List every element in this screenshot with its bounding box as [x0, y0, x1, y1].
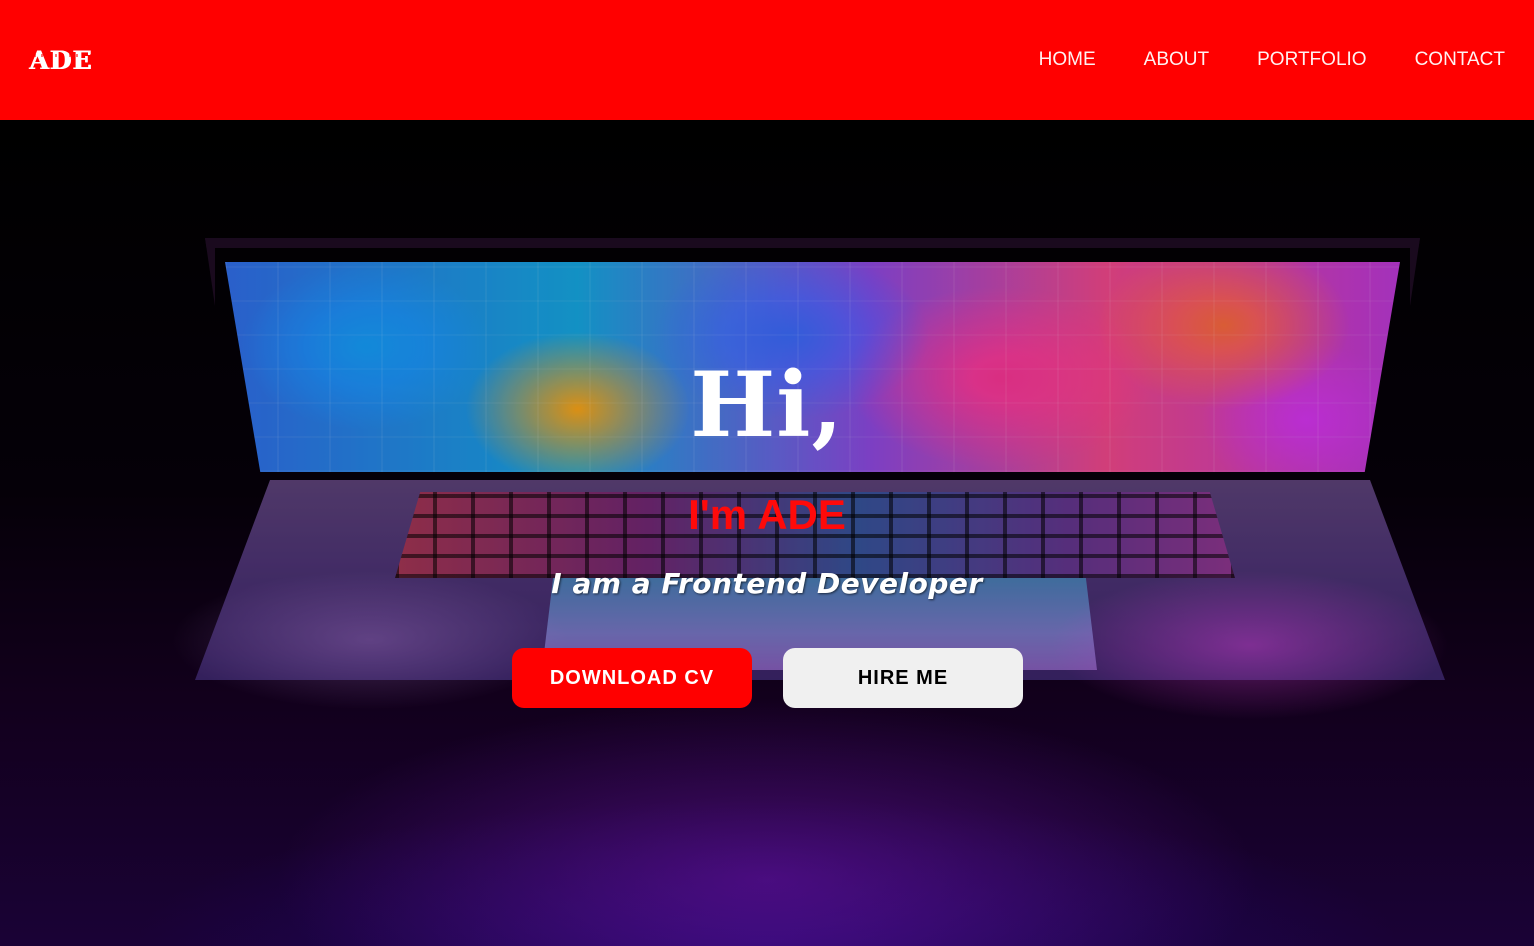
nav-link-about[interactable]: ABOUT: [1144, 49, 1209, 71]
download-cv-button[interactable]: DOWNLOAD CV: [512, 648, 752, 708]
hero-actions: DOWNLOAD CV HIRE ME: [512, 648, 1023, 708]
hire-me-button[interactable]: HIRE ME: [783, 648, 1023, 708]
main-nav: HOME ABOUT PORTFOLIO CONTACT: [991, 49, 1505, 71]
nav-link-portfolio[interactable]: PORTFOLIO: [1257, 49, 1366, 71]
hero-role: I am a Frontend Developer: [551, 567, 983, 600]
top-navigation-bar: ADE HOME ABOUT PORTFOLIO CONTACT: [0, 0, 1534, 120]
nav-link-home[interactable]: HOME: [1039, 49, 1096, 71]
site-logo[interactable]: ADE: [29, 48, 93, 73]
hero-name: I'm ADE: [688, 491, 846, 538]
nav-link-contact[interactable]: CONTACT: [1415, 49, 1505, 71]
hero-greeting: Hi,: [690, 352, 844, 458]
hero-content: Hi, I'm ADE I am a Frontend Developer DO…: [0, 120, 1534, 946]
